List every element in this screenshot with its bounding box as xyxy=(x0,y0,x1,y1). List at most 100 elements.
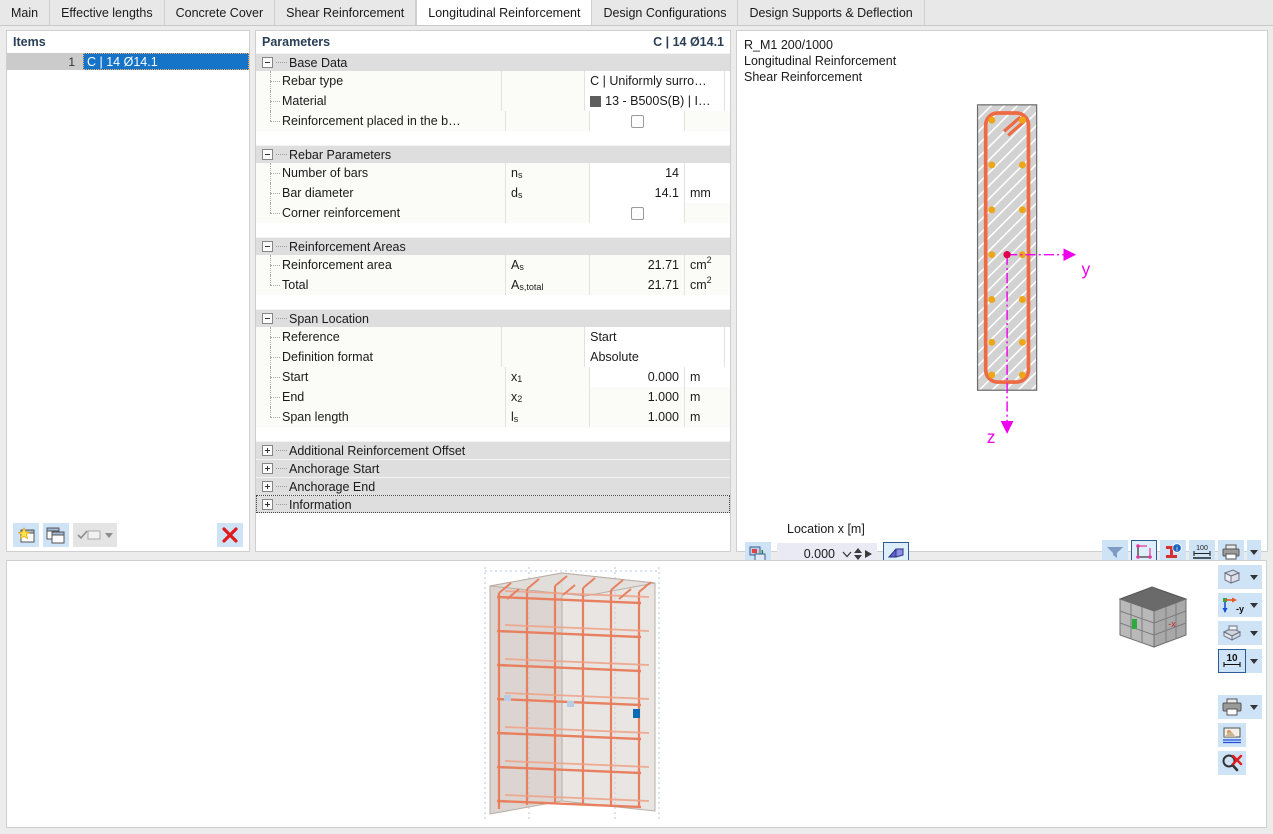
group-header-reinforcement-areas[interactable]: Reinforcement Areas xyxy=(256,237,730,255)
tab-shear-reinforcement[interactable]: Shear Reinforcement xyxy=(275,0,417,25)
table-row[interactable]: Definition format Absolute xyxy=(256,347,730,367)
section-title-line-1: R_M1 200/1000 xyxy=(744,38,833,52)
item-label[interactable]: C | 14 Ø14.1 xyxy=(83,53,249,70)
param-symbol-cell xyxy=(502,347,586,367)
param-value-cell[interactable]: 0.000 xyxy=(590,367,685,387)
group-header-anchorage-end[interactable]: Anchorage End xyxy=(256,477,730,495)
param-symbol-cell: ns xyxy=(506,163,590,183)
list-item[interactable]: 1 C | 14 Ø14.1 xyxy=(7,53,249,70)
param-value-cell[interactable]: 1.000 xyxy=(590,387,685,407)
param-value-cell[interactable]: 13 - B500S(B) | I… xyxy=(585,91,725,111)
group-label: Base Data xyxy=(289,55,348,70)
clear-selection-icon xyxy=(1222,754,1243,772)
collapse-icon[interactable] xyxy=(262,149,273,160)
render-style-row xyxy=(1218,565,1262,589)
param-value-cell[interactable] xyxy=(590,111,685,131)
param-value-cell[interactable]: C | Uniformly surro… xyxy=(585,71,725,91)
param-unit-cell: mm xyxy=(685,183,730,203)
group-header-additional-reinforcement-offset[interactable]: Additional Reinforcement Offset xyxy=(256,441,730,459)
table-row[interactable]: End x2 1.000 m xyxy=(256,387,730,407)
tab-concrete-cover[interactable]: Concrete Cover xyxy=(164,0,276,25)
group-header-span-location[interactable]: Span Location xyxy=(256,309,730,327)
param-label: Bar diameter xyxy=(282,186,354,200)
tree-tick xyxy=(270,173,280,174)
tab-design-supports-deflection[interactable]: Design Supports & Deflection xyxy=(738,0,925,25)
param-unit-cell xyxy=(685,163,730,183)
copy-item-button[interactable] xyxy=(43,523,69,547)
items-panel-title: Items xyxy=(7,31,249,53)
parameters-panel-header: Parameters C | 14 Ø14.1 xyxy=(256,31,730,53)
items-list[interactable]: 1 C | 14 Ø14.1 xyxy=(7,53,249,519)
new-item-button[interactable] xyxy=(13,523,39,547)
group-header-rebar-parameters[interactable]: Rebar Parameters xyxy=(256,145,730,163)
param-value-cell[interactable]: 14 xyxy=(590,163,685,183)
table-row[interactable]: Span length ls 1.000 m xyxy=(256,407,730,427)
scale-button[interactable]: 10 xyxy=(1218,649,1246,673)
table-row[interactable]: Rebar type C | Uniformly surro… xyxy=(256,71,730,91)
table-row[interactable]: Reference Start xyxy=(256,327,730,347)
table-row[interactable]: Material 13 - B500S(B) | I… xyxy=(256,91,730,111)
param-name-cell: Reinforcement placed in the b… xyxy=(256,111,506,131)
table-row[interactable]: Total As,total 21.71 cm 2 xyxy=(256,275,730,295)
group-header-anchorage-start[interactable]: Anchorage Start xyxy=(256,459,730,477)
view-direction-button[interactable]: -y xyxy=(1218,593,1246,617)
selected-node-marker[interactable] xyxy=(633,709,640,718)
material-value-text: 13 - B500S(B) | I… xyxy=(605,94,711,108)
table-row[interactable]: Number of bars ns 14 xyxy=(256,163,730,183)
table-row[interactable]: Corner reinforcement xyxy=(256,203,730,223)
group-header-information[interactable]: Information xyxy=(256,495,730,513)
section-title-block: R_M1 200/1000 Longitudinal Reinforcement… xyxy=(737,31,1267,85)
tab-main[interactable]: Main xyxy=(0,0,51,25)
scale-dropdown[interactable] xyxy=(1246,649,1262,673)
expand-icon[interactable] xyxy=(262,499,273,510)
param-label: Reference xyxy=(282,330,340,344)
param-value-cell[interactable]: Absolute xyxy=(585,347,725,367)
print-3d-button[interactable] xyxy=(1218,695,1246,719)
param-unit-cell xyxy=(685,111,730,131)
table-row[interactable]: Start x1 0.000 m xyxy=(256,367,730,387)
group-label: Reinforcement Areas xyxy=(289,239,406,254)
table-row[interactable]: Reinforcement area As 21.71 cm 2 xyxy=(256,255,730,275)
expand-icon[interactable] xyxy=(262,463,273,474)
3d-view-panel[interactable]: -x -y 10 xyxy=(6,560,1267,828)
tab-longitudinal-reinforcement[interactable]: Longitudinal Reinforcement xyxy=(416,0,593,25)
section-cut-button[interactable] xyxy=(1218,621,1246,645)
select-items-dropdown[interactable] xyxy=(73,523,117,547)
next-location-icon[interactable] xyxy=(863,548,873,560)
collapse-icon[interactable] xyxy=(262,57,273,68)
chevron-down-icon xyxy=(1250,602,1258,608)
group-rows-span-location: Reference Start Definition format Absolu… xyxy=(256,327,730,441)
tab-effective-lengths[interactable]: Effective lengths xyxy=(50,0,165,25)
tab-design-configurations[interactable]: Design Configurations xyxy=(592,0,739,25)
table-row[interactable]: Reinforcement placed in the b… xyxy=(256,111,730,131)
view-direction-dropdown[interactable] xyxy=(1246,593,1262,617)
section-cut-dropdown[interactable] xyxy=(1246,621,1262,645)
clear-selection-button[interactable] xyxy=(1218,751,1246,775)
tree-connector xyxy=(276,468,287,469)
render-style-button[interactable] xyxy=(1218,565,1246,589)
expand-icon[interactable] xyxy=(262,445,273,456)
section-graphics-panel: R_M1 200/1000 Longitudinal Reinforcement… xyxy=(736,30,1268,567)
collapse-icon[interactable] xyxy=(262,241,273,252)
group-header-base-data[interactable]: Base Data xyxy=(256,53,730,71)
chevron-down-icon xyxy=(1250,704,1258,710)
param-value-cell[interactable]: Start xyxy=(585,327,725,347)
collapse-icon[interactable] xyxy=(262,313,273,324)
image-export-button[interactable] xyxy=(1218,723,1246,747)
table-row[interactable]: Bar diameter ds 14.1 mm xyxy=(256,183,730,203)
expand-icon[interactable] xyxy=(262,481,273,492)
tab-bar-filler xyxy=(924,0,1273,25)
reinforcement-in-bracket-checkbox[interactable] xyxy=(630,114,644,128)
chevron-down-icon[interactable] xyxy=(841,548,853,560)
y-axis-label: y xyxy=(1082,259,1091,279)
group-rows-reinforcement-areas: Reinforcement area As 21.71 cm 2 Total As… xyxy=(256,255,730,309)
param-value-cell[interactable]: 14.1 xyxy=(590,183,685,203)
print-3d-dropdown[interactable] xyxy=(1246,695,1262,719)
cross-section-canvas[interactable]: y z xyxy=(737,85,1267,516)
render-style-dropdown[interactable] xyxy=(1246,565,1262,589)
navigation-cube[interactable]: -x xyxy=(1106,577,1196,657)
param-value-cell[interactable] xyxy=(590,203,685,223)
param-label: Corner reinforcement xyxy=(282,206,401,220)
delete-item-button[interactable] xyxy=(217,523,243,547)
corner-reinforcement-checkbox[interactable] xyxy=(630,206,644,220)
